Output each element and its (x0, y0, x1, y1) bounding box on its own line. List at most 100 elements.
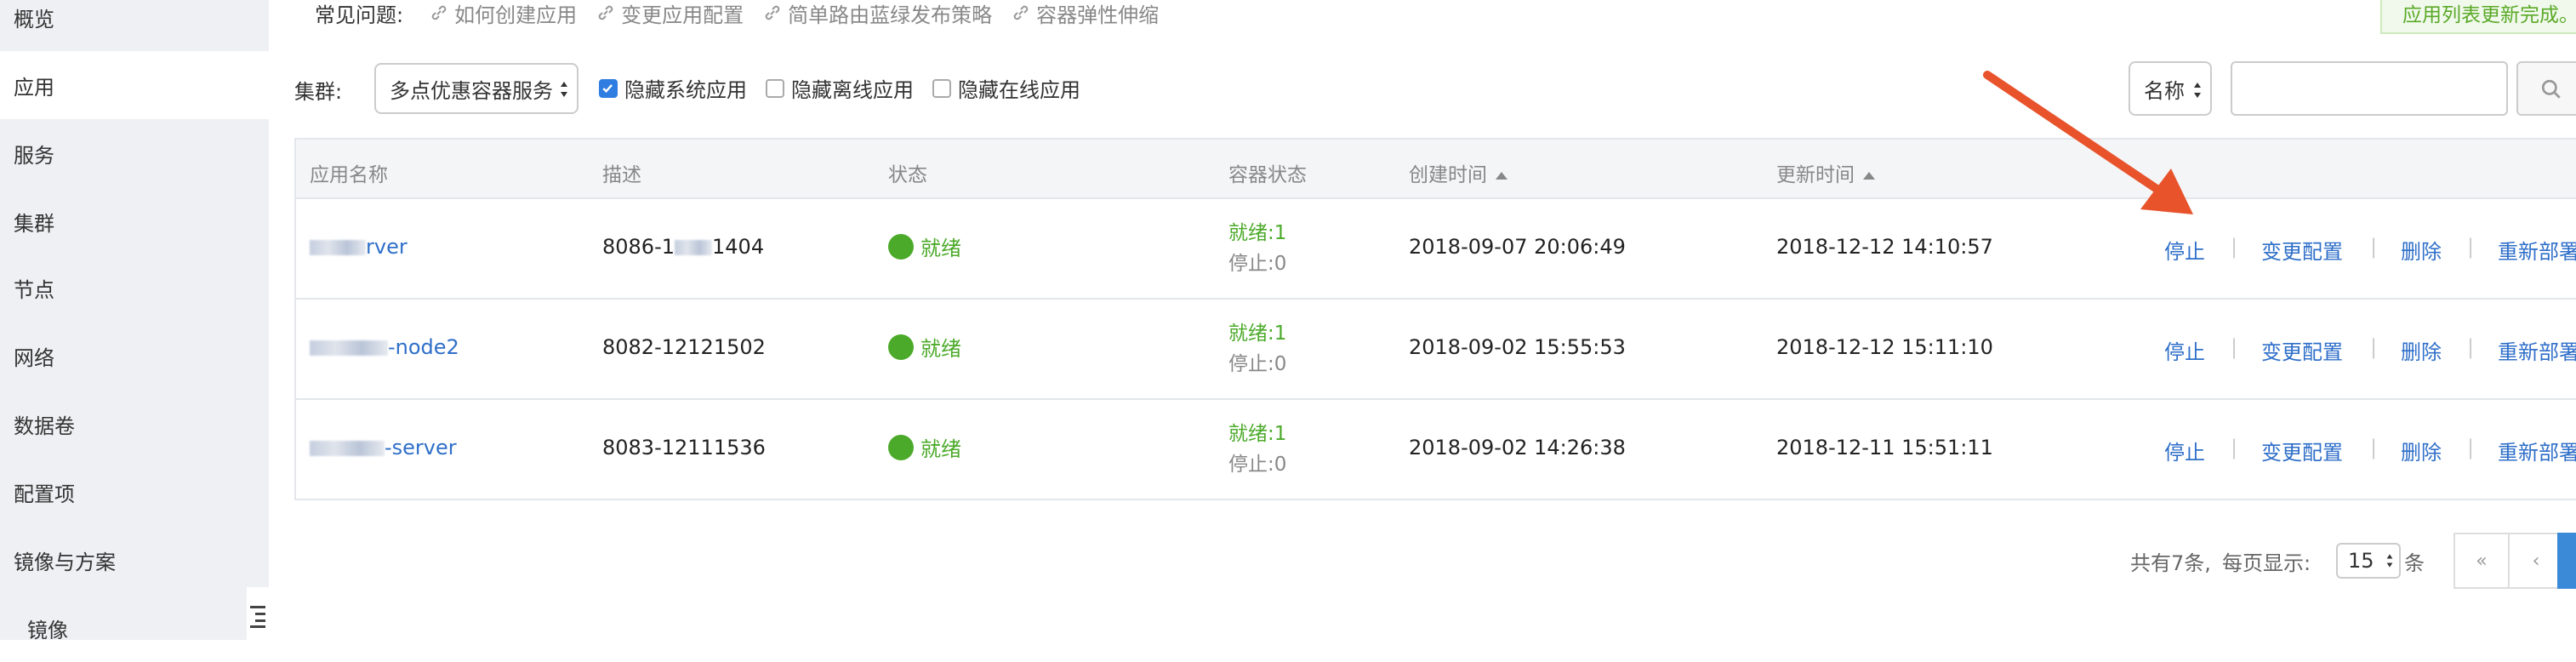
prev-page-button[interactable]: ‹ (2508, 533, 2564, 589)
menu-fold-icon (250, 606, 265, 628)
total-count: 共有7条, (2130, 551, 2211, 575)
action-separator: | (2467, 436, 2475, 459)
sidebar-item-clusters[interactable]: 集群 (0, 187, 269, 255)
hide-online-apps-checkbox[interactable]: 隐藏在线应用 (932, 73, 1080, 103)
sidebar-item-network[interactable]: 网络 (0, 322, 269, 390)
cluster-select[interactable]: 多点优惠容器服务 (374, 63, 578, 114)
change-config-button[interactable]: 变更配置 (2261, 235, 2343, 265)
col-created-time-label: 创建时间 (1409, 164, 1487, 186)
hide-offline-apps-checkbox[interactable]: 隐藏离线应用 (766, 73, 914, 103)
app-name-text: rver (366, 235, 407, 259)
sidebar-item-applications[interactable]: 应用 (0, 51, 269, 119)
table-row: -node2 8082-12121502 就绪 就绪:1 停止:0 2018-0… (296, 300, 2576, 400)
app-status: 就绪 (888, 231, 961, 261)
sidebar-item-label: 数据卷 (14, 414, 75, 438)
apps-table: 应用名称 描述 状态 容器状态 创建时间 更新时间 rver 8086-1 140… (294, 138, 2576, 500)
faq-link-label: 简单路由蓝绿发布策略 (788, 3, 993, 27)
redacted-text (310, 441, 385, 456)
col-created-time[interactable]: 创建时间 (1409, 158, 1507, 187)
sidebar-item-services[interactable]: 服务 (0, 119, 269, 187)
redeploy-button[interactable]: 重新部署 (2498, 436, 2576, 465)
hide-system-apps-checkbox[interactable]: 隐藏系统应用 (599, 73, 747, 103)
updated-time: 2018-12-12 14:10:57 (1776, 235, 1993, 259)
sidebar-item-overview[interactable]: 概览 (0, 0, 269, 51)
status-ready-icon (888, 434, 914, 460)
per-page-unit: 条 (2404, 551, 2425, 575)
faq-link-blue-green[interactable]: 简单路由蓝绿发布策略 (762, 0, 992, 28)
sidebar-item-label: 服务 (14, 143, 54, 168)
app-description: 8086-1 1404 (602, 235, 764, 259)
cluster-label: 集群: (294, 80, 343, 104)
action-separator: | (2370, 235, 2378, 259)
checkbox-unchecked-icon (932, 78, 951, 98)
status-ready-icon (888, 233, 914, 260)
action-separator: | (2231, 436, 2238, 459)
stop-button[interactable]: 停止 (2164, 436, 2205, 465)
checkbox-label: 隐藏在线应用 (958, 78, 1080, 102)
action-separator: | (2231, 235, 2238, 259)
change-config-button[interactable]: 变更配置 (2261, 335, 2343, 365)
action-separator: | (2231, 335, 2238, 359)
redeploy-button[interactable]: 重新部署 (2498, 235, 2576, 265)
container-stopped-count: 停止:0 (1228, 454, 1287, 476)
sidebar-item-nodes[interactable]: 节点 (0, 254, 269, 322)
delete-button[interactable]: 删除 (2401, 436, 2442, 465)
container-ready-count: 就绪:1 (1228, 322, 1287, 345)
app-name-link[interactable]: -node2 (310, 335, 459, 359)
app-name-link[interactable]: -server (310, 436, 457, 459)
desc-prefix: 8086-1 (602, 235, 675, 259)
checkbox-checked-icon (599, 78, 618, 98)
prev-page-icon: ‹ (2532, 550, 2540, 572)
checkbox-unchecked-icon (766, 78, 784, 98)
sidebar-item-label: 集群 (14, 211, 54, 236)
container-ready-count: 就绪:1 (1228, 222, 1287, 244)
app-name-link[interactable]: rver (310, 235, 407, 259)
faq-link-change-config[interactable]: 变更应用配置 (596, 0, 744, 28)
status-ready-icon (888, 334, 914, 360)
action-separator: | (2370, 436, 2378, 459)
sidebar-item-label: 配置项 (14, 482, 75, 506)
first-page-button[interactable]: « (2453, 533, 2510, 589)
cluster-select-value: 多点优惠容器服务 (390, 78, 553, 103)
search-button[interactable] (2516, 61, 2576, 116)
desc-suffix: 1404 (712, 235, 765, 259)
annotation-arrow-icon (1983, 71, 2193, 214)
status-text: 就绪 (920, 237, 961, 260)
app-description: 8082-12121502 (602, 335, 766, 359)
container-status: 就绪:1 停止:0 (1228, 318, 1286, 380)
action-separator: | (2467, 235, 2475, 259)
sort-asc-icon (1496, 172, 1507, 180)
page-size-select[interactable]: 15 (2336, 543, 2401, 579)
current-page-button[interactable] (2557, 533, 2576, 589)
link-icon (765, 5, 780, 20)
col-container-status: 容器状态 (1228, 164, 1307, 186)
sidebar-item-images-and-templates[interactable]: 镜像与方案 (0, 526, 269, 594)
change-config-button[interactable]: 变更配置 (2261, 436, 2343, 465)
sidebar-item-label: 镜像与方案 (14, 550, 116, 574)
sidebar-item-volumes[interactable]: 数据卷 (0, 390, 269, 458)
col-app-name[interactable]: 应用名称 (310, 158, 388, 187)
faq-link-label: 如何创建应用 (454, 3, 578, 27)
col-updated-time-label: 更新时间 (1776, 164, 1855, 186)
delete-button[interactable]: 删除 (2401, 335, 2442, 365)
faq-link-create-app[interactable]: 如何创建应用 (429, 0, 577, 28)
sidebar-item-configmaps[interactable]: 配置项 (0, 458, 269, 526)
faq-link-autoscale[interactable]: 容器弹性伸缩 (1011, 0, 1159, 28)
table-header: 应用名称 描述 状态 容器状态 创建时间 更新时间 (296, 140, 2576, 199)
sidebar-item-label: 镜像 (27, 618, 68, 642)
app-name-text: -server (385, 436, 457, 459)
select-arrows-icon (2386, 554, 2393, 568)
stop-button[interactable]: 停止 (2164, 335, 2205, 365)
sidebar-item-images[interactable]: 镜像 (0, 594, 269, 662)
faq-label: 常见问题: (315, 3, 404, 27)
col-updated-time[interactable]: 更新时间 (1776, 158, 1875, 187)
delete-button[interactable]: 删除 (2401, 235, 2442, 265)
container-ready-count: 就绪:1 (1228, 423, 1287, 445)
redeploy-button[interactable]: 重新部署 (2498, 335, 2576, 365)
search-input[interactable] (2231, 61, 2508, 116)
sidebar-collapse-button[interactable] (247, 587, 269, 640)
stop-button[interactable]: 停止 (2164, 235, 2205, 265)
updated-time: 2018-12-11 15:51:11 (1776, 436, 1993, 459)
link-icon (1013, 5, 1029, 20)
status-text: 就绪 (920, 437, 961, 461)
